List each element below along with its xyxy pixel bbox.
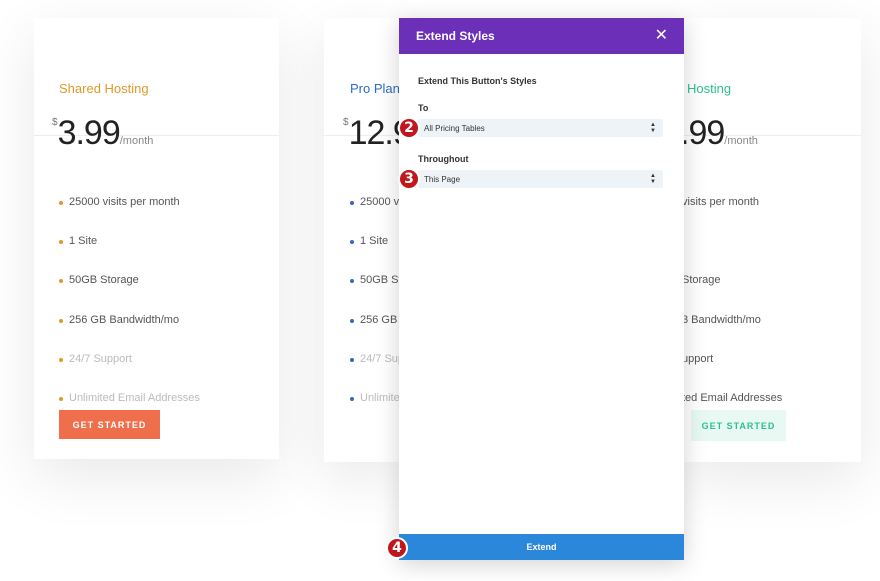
step-badge-3: 3 <box>398 168 420 190</box>
card-header: Shared Hosting $3.99/month <box>34 18 279 152</box>
feature-item: 3 Bandwidth/mo <box>682 313 761 326</box>
feature-item: 25000 visits per month <box>59 196 200 235</box>
extend-styles-modal: Extend Styles ✕ Extend This Button's Sty… <box>399 18 684 560</box>
feature-item: 1 Site <box>59 235 200 274</box>
pricing-card-shared: Shared Hosting $3.99/month 25000 visits … <box>34 18 279 459</box>
bullet-icon <box>59 279 63 284</box>
extend-button[interactable]: Extend <box>399 534 684 560</box>
bullet-icon <box>59 396 63 401</box>
step-badge-4: 4 <box>386 537 408 559</box>
bullet-icon <box>350 279 354 284</box>
feature-item: Storage <box>682 274 721 287</box>
feature-item: 24/7 Support <box>59 353 200 392</box>
pricing-card-pro: Pro Plan $12.9 25000 vi 1 Site 50GB St 2… <box>324 18 412 462</box>
currency-symbol: $ <box>52 117 58 128</box>
close-icon[interactable]: ✕ <box>655 28 668 44</box>
feature-item: visits per month <box>682 196 760 208</box>
step-badge-2: 2 <box>398 117 420 139</box>
feature-item: 50GB Storage <box>59 274 200 313</box>
throughout-select-value: This Page <box>424 174 461 184</box>
card-header: Hosting .99/month <box>680 18 861 152</box>
bullet-icon <box>350 201 354 205</box>
price-period: /month <box>724 135 758 147</box>
modal-subtitle: Extend This Button's Styles <box>418 76 537 86</box>
bullet-icon <box>350 396 354 401</box>
bullet-icon <box>59 318 63 323</box>
bullet-icon <box>59 201 63 205</box>
modal-title: Extend Styles <box>416 29 495 43</box>
get-started-button[interactable]: GET STARTED <box>691 410 786 441</box>
throughout-select[interactable]: This Page ▲ ▼ <box>418 170 663 188</box>
price: $3.99/month <box>52 114 153 153</box>
feature-item <box>682 235 782 274</box>
modal-body: Extend This Button's Styles To All Prici… <box>399 54 684 534</box>
price-amount: .99 <box>680 114 725 152</box>
throughout-label: Throughout <box>418 154 469 164</box>
to-label: To <box>418 103 429 113</box>
currency-symbol: $ <box>343 117 349 128</box>
feature-item: 256 GB Bandwidth/mo <box>59 314 200 353</box>
plan-title: Hosting <box>687 81 732 96</box>
modal-header: Extend Styles ✕ <box>399 18 684 54</box>
select-arrows-icon: ▲ ▼ <box>650 122 656 134</box>
get-started-button[interactable]: GET STARTED <box>59 410 160 439</box>
feature-list: 25000 visits per month 1 Site 50GB Stora… <box>59 196 200 431</box>
to-select-value: All Pricing Tables <box>424 123 485 133</box>
bullet-icon <box>59 240 63 245</box>
bullet-icon <box>350 240 354 245</box>
price: .99/month <box>680 114 758 153</box>
plan-title: Shared Hosting <box>59 81 149 96</box>
to-select[interactable]: All Pricing Tables ▲ ▼ <box>418 119 663 137</box>
bullet-icon <box>350 357 354 362</box>
bullet-icon <box>350 318 354 323</box>
bullet-icon <box>59 357 63 362</box>
feature-list: visits per month Storage 3 Bandwidth/mo … <box>682 196 782 431</box>
card-header: Pro Plan $12.9 <box>324 18 412 152</box>
pricing-card-third: Hosting .99/month visits per month Stora… <box>680 18 861 462</box>
price-amount: 3.99 <box>57 114 121 152</box>
select-arrows-icon: ▲ ▼ <box>650 173 656 185</box>
price-period: /month <box>119 135 154 147</box>
plan-title: Pro Plan <box>350 81 400 96</box>
feature-item: upport <box>682 352 714 365</box>
